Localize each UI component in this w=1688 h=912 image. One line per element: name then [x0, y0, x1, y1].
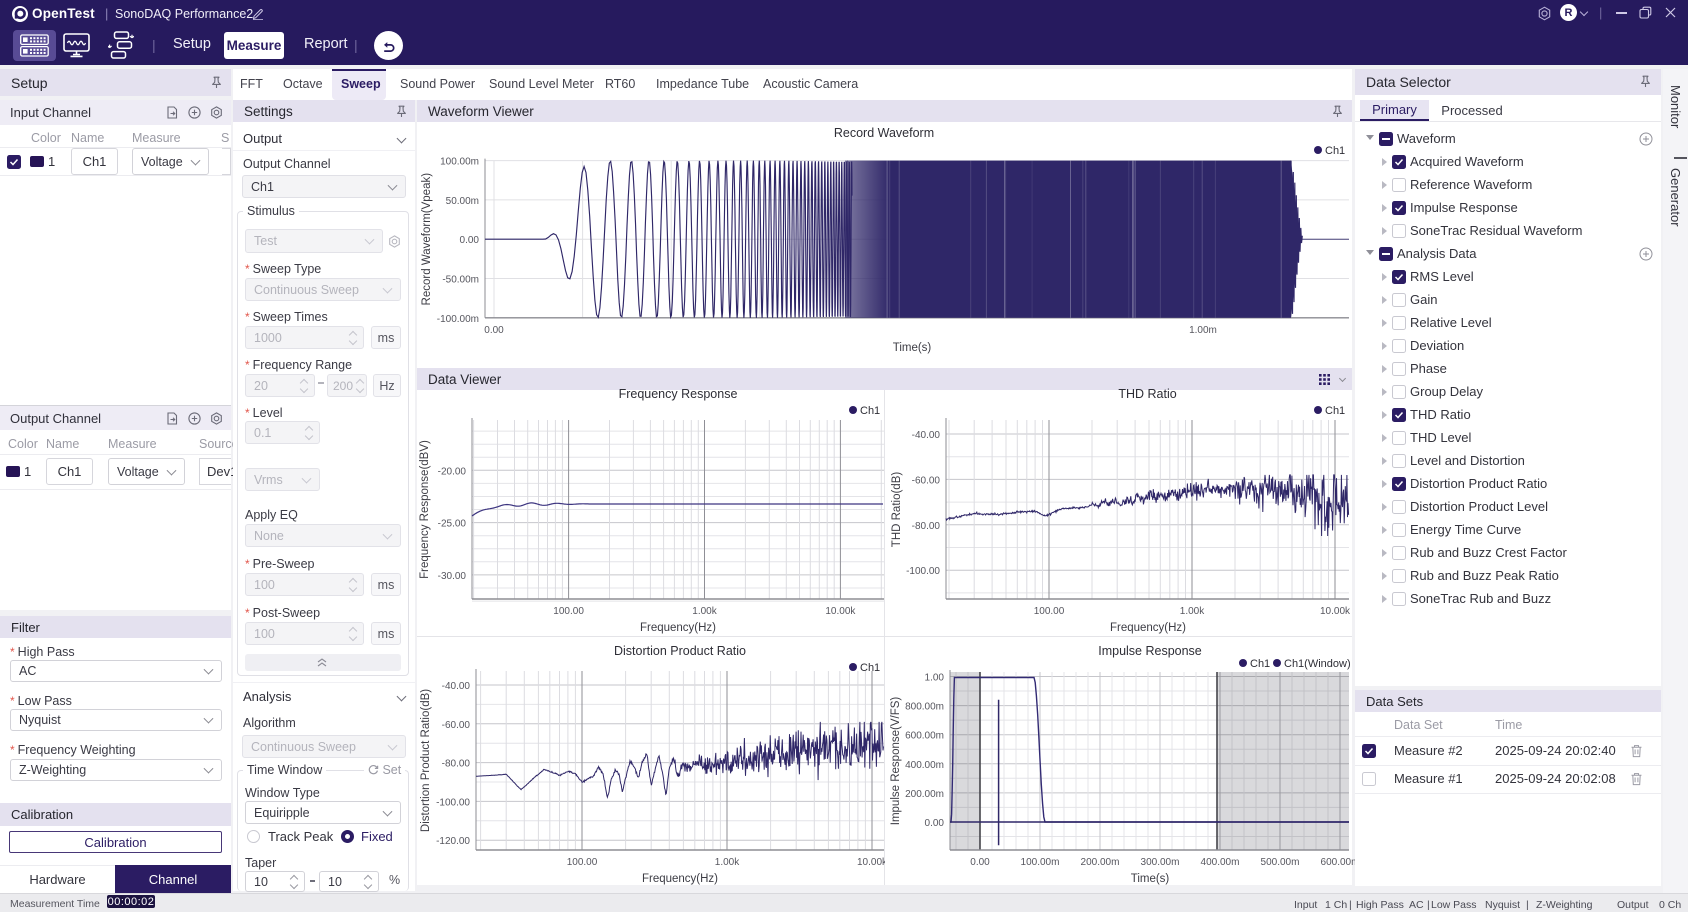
- svg-text:500.00m: 500.00m: [1261, 857, 1300, 868]
- svg-text:THD Ratio: THD Ratio: [1118, 388, 1176, 401]
- svg-text:Ch1: Ch1: [1250, 658, 1270, 670]
- svg-text:-120.00: -120.00: [436, 836, 470, 847]
- svg-text:-50.00m: -50.00m: [442, 275, 479, 286]
- svg-text:Impulse Response(V/FS): Impulse Response(V/FS): [890, 697, 902, 826]
- svg-text:10.00k: 10.00k: [1320, 606, 1351, 617]
- svg-text:600.00m: 600.00m: [905, 731, 944, 742]
- svg-text:Ch1: Ch1: [860, 405, 880, 417]
- svg-text:Frequency(Hz): Frequency(Hz): [1110, 622, 1186, 634]
- svg-text:Ch1: Ch1: [1325, 145, 1345, 157]
- svg-text:Distortion Product Ratio(dB): Distortion Product Ratio(dB): [420, 689, 432, 832]
- svg-text:Frequency(Hz): Frequency(Hz): [640, 622, 716, 634]
- svg-text:50.00m: 50.00m: [446, 196, 479, 207]
- svg-text:100.00: 100.00: [1034, 606, 1065, 617]
- svg-text:-100.00m: -100.00m: [437, 314, 479, 325]
- svg-text:Time(s): Time(s): [1131, 873, 1170, 885]
- svg-text:-20.00: -20.00: [438, 466, 467, 477]
- svg-text:100.00m: 100.00m: [1021, 857, 1060, 868]
- svg-text:-40.00: -40.00: [912, 430, 941, 441]
- svg-text:300.00m: 300.00m: [1141, 857, 1180, 868]
- svg-text:-100.00: -100.00: [906, 566, 940, 577]
- svg-text:200.00m: 200.00m: [1081, 857, 1120, 868]
- svg-text:0.00: 0.00: [460, 235, 480, 246]
- svg-text:10.00k: 10.00k: [857, 857, 885, 868]
- svg-text:-80.00: -80.00: [442, 759, 471, 770]
- svg-text:200.00m: 200.00m: [905, 789, 944, 800]
- svg-text:Record Waveform: Record Waveform: [834, 126, 934, 140]
- svg-text:400.00m: 400.00m: [1201, 857, 1240, 868]
- svg-text:1.00k: 1.00k: [1180, 606, 1205, 617]
- svg-text:-100.00: -100.00: [436, 797, 470, 808]
- svg-text:Ch1(Window): Ch1(Window): [1284, 658, 1351, 670]
- svg-text:-30.00: -30.00: [438, 571, 467, 582]
- svg-text:100.00: 100.00: [553, 606, 584, 617]
- svg-text:0.00: 0.00: [484, 325, 504, 336]
- svg-text:1.00m: 1.00m: [1189, 325, 1217, 336]
- svg-text:0.00: 0.00: [925, 818, 945, 829]
- svg-text:Ch1: Ch1: [1325, 405, 1345, 417]
- svg-text:1.00k: 1.00k: [715, 857, 740, 868]
- svg-text:Time(s): Time(s): [893, 342, 932, 354]
- svg-text:-25.00: -25.00: [438, 519, 467, 530]
- svg-text:400.00m: 400.00m: [905, 760, 944, 771]
- svg-text:Distortion Product Ratio: Distortion Product Ratio: [614, 644, 746, 658]
- svg-text:1.00k: 1.00k: [692, 606, 717, 617]
- svg-text:100.00m: 100.00m: [440, 157, 479, 168]
- svg-text:1.00: 1.00: [925, 673, 945, 684]
- svg-text:-60.00: -60.00: [912, 475, 941, 486]
- svg-text:-80.00: -80.00: [912, 521, 941, 532]
- svg-text:Frequency Response: Frequency Response: [619, 388, 738, 401]
- svg-text:-60.00: -60.00: [442, 720, 471, 731]
- svg-text:0.00: 0.00: [970, 857, 990, 868]
- svg-text:Frequency Response(dBV): Frequency Response(dBV): [419, 440, 431, 579]
- svg-text:10.00k: 10.00k: [825, 606, 856, 617]
- svg-text:800.00m: 800.00m: [905, 702, 944, 713]
- svg-text:Impulse Response: Impulse Response: [1098, 644, 1202, 658]
- svg-text:Ch1: Ch1: [860, 662, 880, 674]
- svg-text:Frequency(Hz): Frequency(Hz): [642, 873, 718, 885]
- svg-text:600.00m: 600.00m: [1321, 857, 1360, 868]
- svg-text:-40.00: -40.00: [442, 681, 471, 692]
- svg-text:100.00: 100.00: [567, 857, 598, 868]
- svg-text:THD Ratio(dB): THD Ratio(dB): [891, 472, 903, 548]
- svg-text:Record Waveform(Vpeak): Record Waveform(Vpeak): [421, 173, 433, 306]
